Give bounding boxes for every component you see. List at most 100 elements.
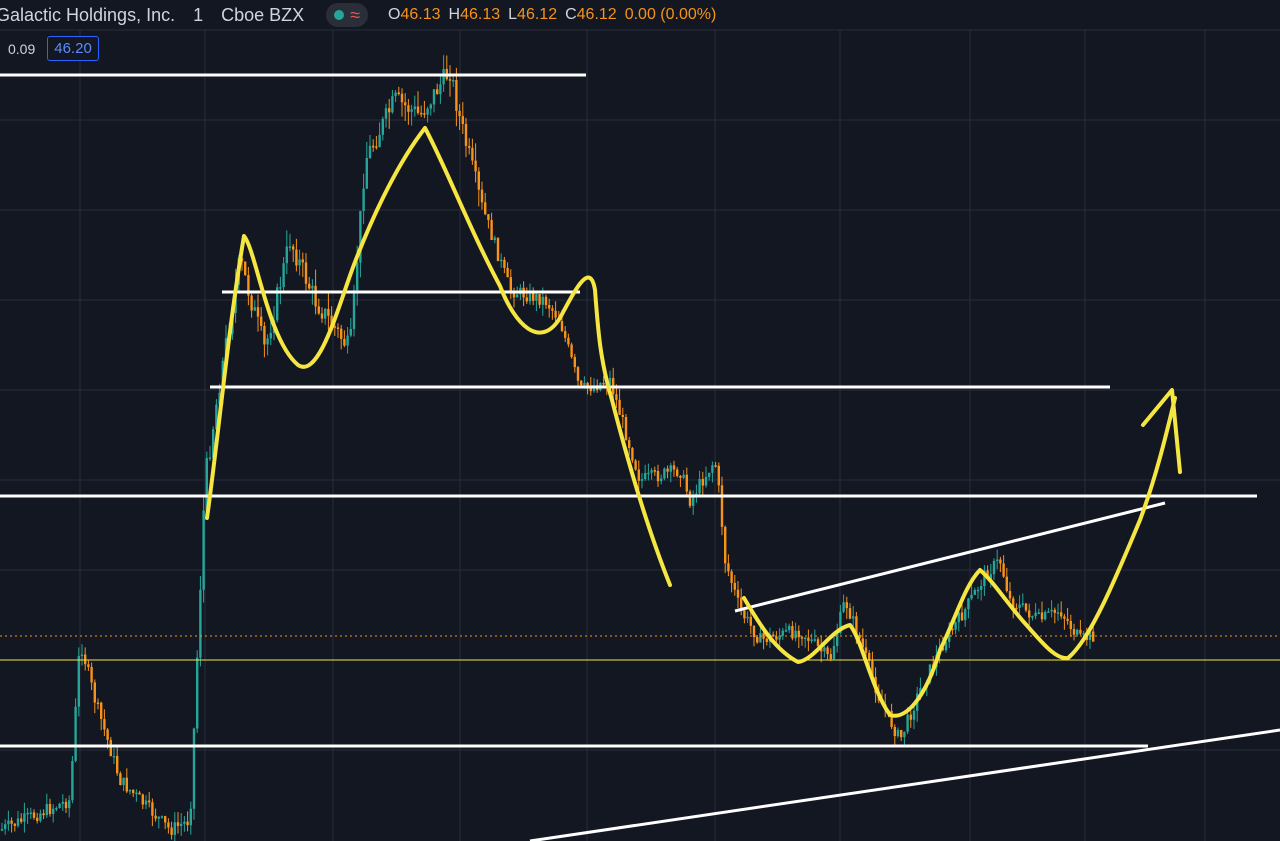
- candle-body: [912, 710, 916, 720]
- candle-body: [404, 102, 407, 106]
- candle-body: [61, 801, 64, 804]
- candle-body: [551, 308, 554, 311]
- candle-body: [816, 639, 820, 646]
- candle-body: [564, 331, 567, 338]
- price-box[interactable]: 46.20: [47, 36, 99, 61]
- symbol-title[interactable]: Galactic Holdings, Inc.: [0, 5, 175, 26]
- candle-body: [807, 637, 810, 641]
- candle-body: [298, 259, 301, 266]
- candle-body: [1063, 616, 1066, 619]
- candle-body: [154, 815, 157, 819]
- candle-body: [704, 476, 708, 486]
- candle-body: [1050, 609, 1053, 612]
- candle-body: [893, 726, 896, 737]
- candle-body: [602, 382, 605, 385]
- candle-body: [132, 789, 135, 794]
- candle-body: [375, 146, 378, 148]
- price-chart[interactable]: [0, 0, 1280, 841]
- candle-body: [397, 92, 400, 95]
- candle-body: [1037, 612, 1040, 614]
- candle-body: [356, 262, 359, 291]
- candle-body: [474, 160, 477, 172]
- candle-body: [426, 108, 429, 115]
- candlestick-series: [0, 55, 1095, 841]
- low-value: 46.12: [517, 6, 558, 23]
- candle-body: [554, 310, 557, 318]
- candle-body: [653, 470, 656, 472]
- horizontal-level-lines[interactable]: [0, 73, 1280, 748]
- candle-body: [458, 110, 461, 117]
- status-pill[interactable]: ≈: [326, 3, 369, 27]
- candle-body: [797, 630, 800, 638]
- timeframe-label[interactable]: 1: [193, 5, 203, 26]
- candle-body: [448, 79, 452, 81]
- candle-body: [308, 283, 311, 289]
- candle-body: [621, 414, 624, 418]
- candle-body: [135, 792, 138, 795]
- candle-body: [282, 263, 285, 288]
- candle-body: [48, 804, 52, 814]
- candle-body: [516, 294, 519, 298]
- candle-body: [1060, 612, 1063, 617]
- candle-body: [666, 468, 669, 472]
- candle-body: [1021, 603, 1024, 605]
- candle-body: [256, 307, 260, 317]
- candle-body: [784, 630, 788, 632]
- candle-body: [1053, 609, 1056, 613]
- candle-body: [1002, 563, 1005, 577]
- candle-body: [759, 633, 762, 643]
- candle-body: [340, 328, 343, 339]
- candle-body: [263, 325, 266, 345]
- close-value: 46.12: [576, 6, 617, 23]
- candle-body: [173, 822, 176, 835]
- candle-body: [775, 636, 778, 640]
- candle-body: [570, 344, 573, 357]
- candle-body: [13, 823, 16, 826]
- candle-body: [202, 510, 205, 590]
- candle-body: [663, 468, 666, 479]
- approx-wave-icon: ≈: [350, 5, 361, 25]
- candle-body: [138, 792, 141, 795]
- candle-body: [346, 335, 349, 346]
- yellow-projection-path[interactable]: [205, 126, 1177, 718]
- candle-body: [973, 589, 976, 595]
- candle-body: [628, 440, 631, 449]
- candle-body: [170, 827, 173, 835]
- candle-body: [1066, 618, 1069, 621]
- candle-body: [698, 479, 701, 494]
- candle-body: [128, 789, 132, 792]
- green-dot-icon: [334, 10, 345, 20]
- trend-lines[interactable]: [529, 501, 1280, 841]
- candle-body: [640, 479, 644, 481]
- candle-body: [724, 526, 727, 564]
- candle-body: [733, 582, 736, 590]
- candle-body: [26, 812, 29, 815]
- candle-body: [480, 189, 484, 203]
- candle-body: [266, 338, 269, 345]
- candle-body: [826, 647, 829, 655]
- candle-body: [471, 147, 474, 161]
- candle-body: [650, 470, 653, 473]
- candle-body: [701, 479, 704, 486]
- candle-body: [253, 307, 256, 311]
- candle-body: [23, 813, 26, 822]
- chart-grid: [0, 29, 1280, 841]
- candle-body: [349, 328, 352, 336]
- candle-body: [477, 171, 480, 190]
- candle-body: [976, 589, 980, 592]
- candle-body: [900, 729, 903, 738]
- candle-body: [1040, 612, 1044, 620]
- candle-body: [324, 308, 327, 319]
- exchange-label: Cboe BZX: [221, 4, 305, 25]
- candle-body: [730, 571, 733, 583]
- candle-body: [164, 816, 167, 823]
- candle-body: [804, 637, 807, 640]
- candle-body: [791, 626, 794, 639]
- candle-body: [84, 654, 87, 665]
- candle-body: [87, 664, 90, 667]
- candle-body: [304, 262, 308, 284]
- candle-body: [1047, 611, 1050, 613]
- candle-body: [394, 92, 397, 97]
- candle-body: [996, 559, 999, 562]
- candle-body: [420, 112, 423, 115]
